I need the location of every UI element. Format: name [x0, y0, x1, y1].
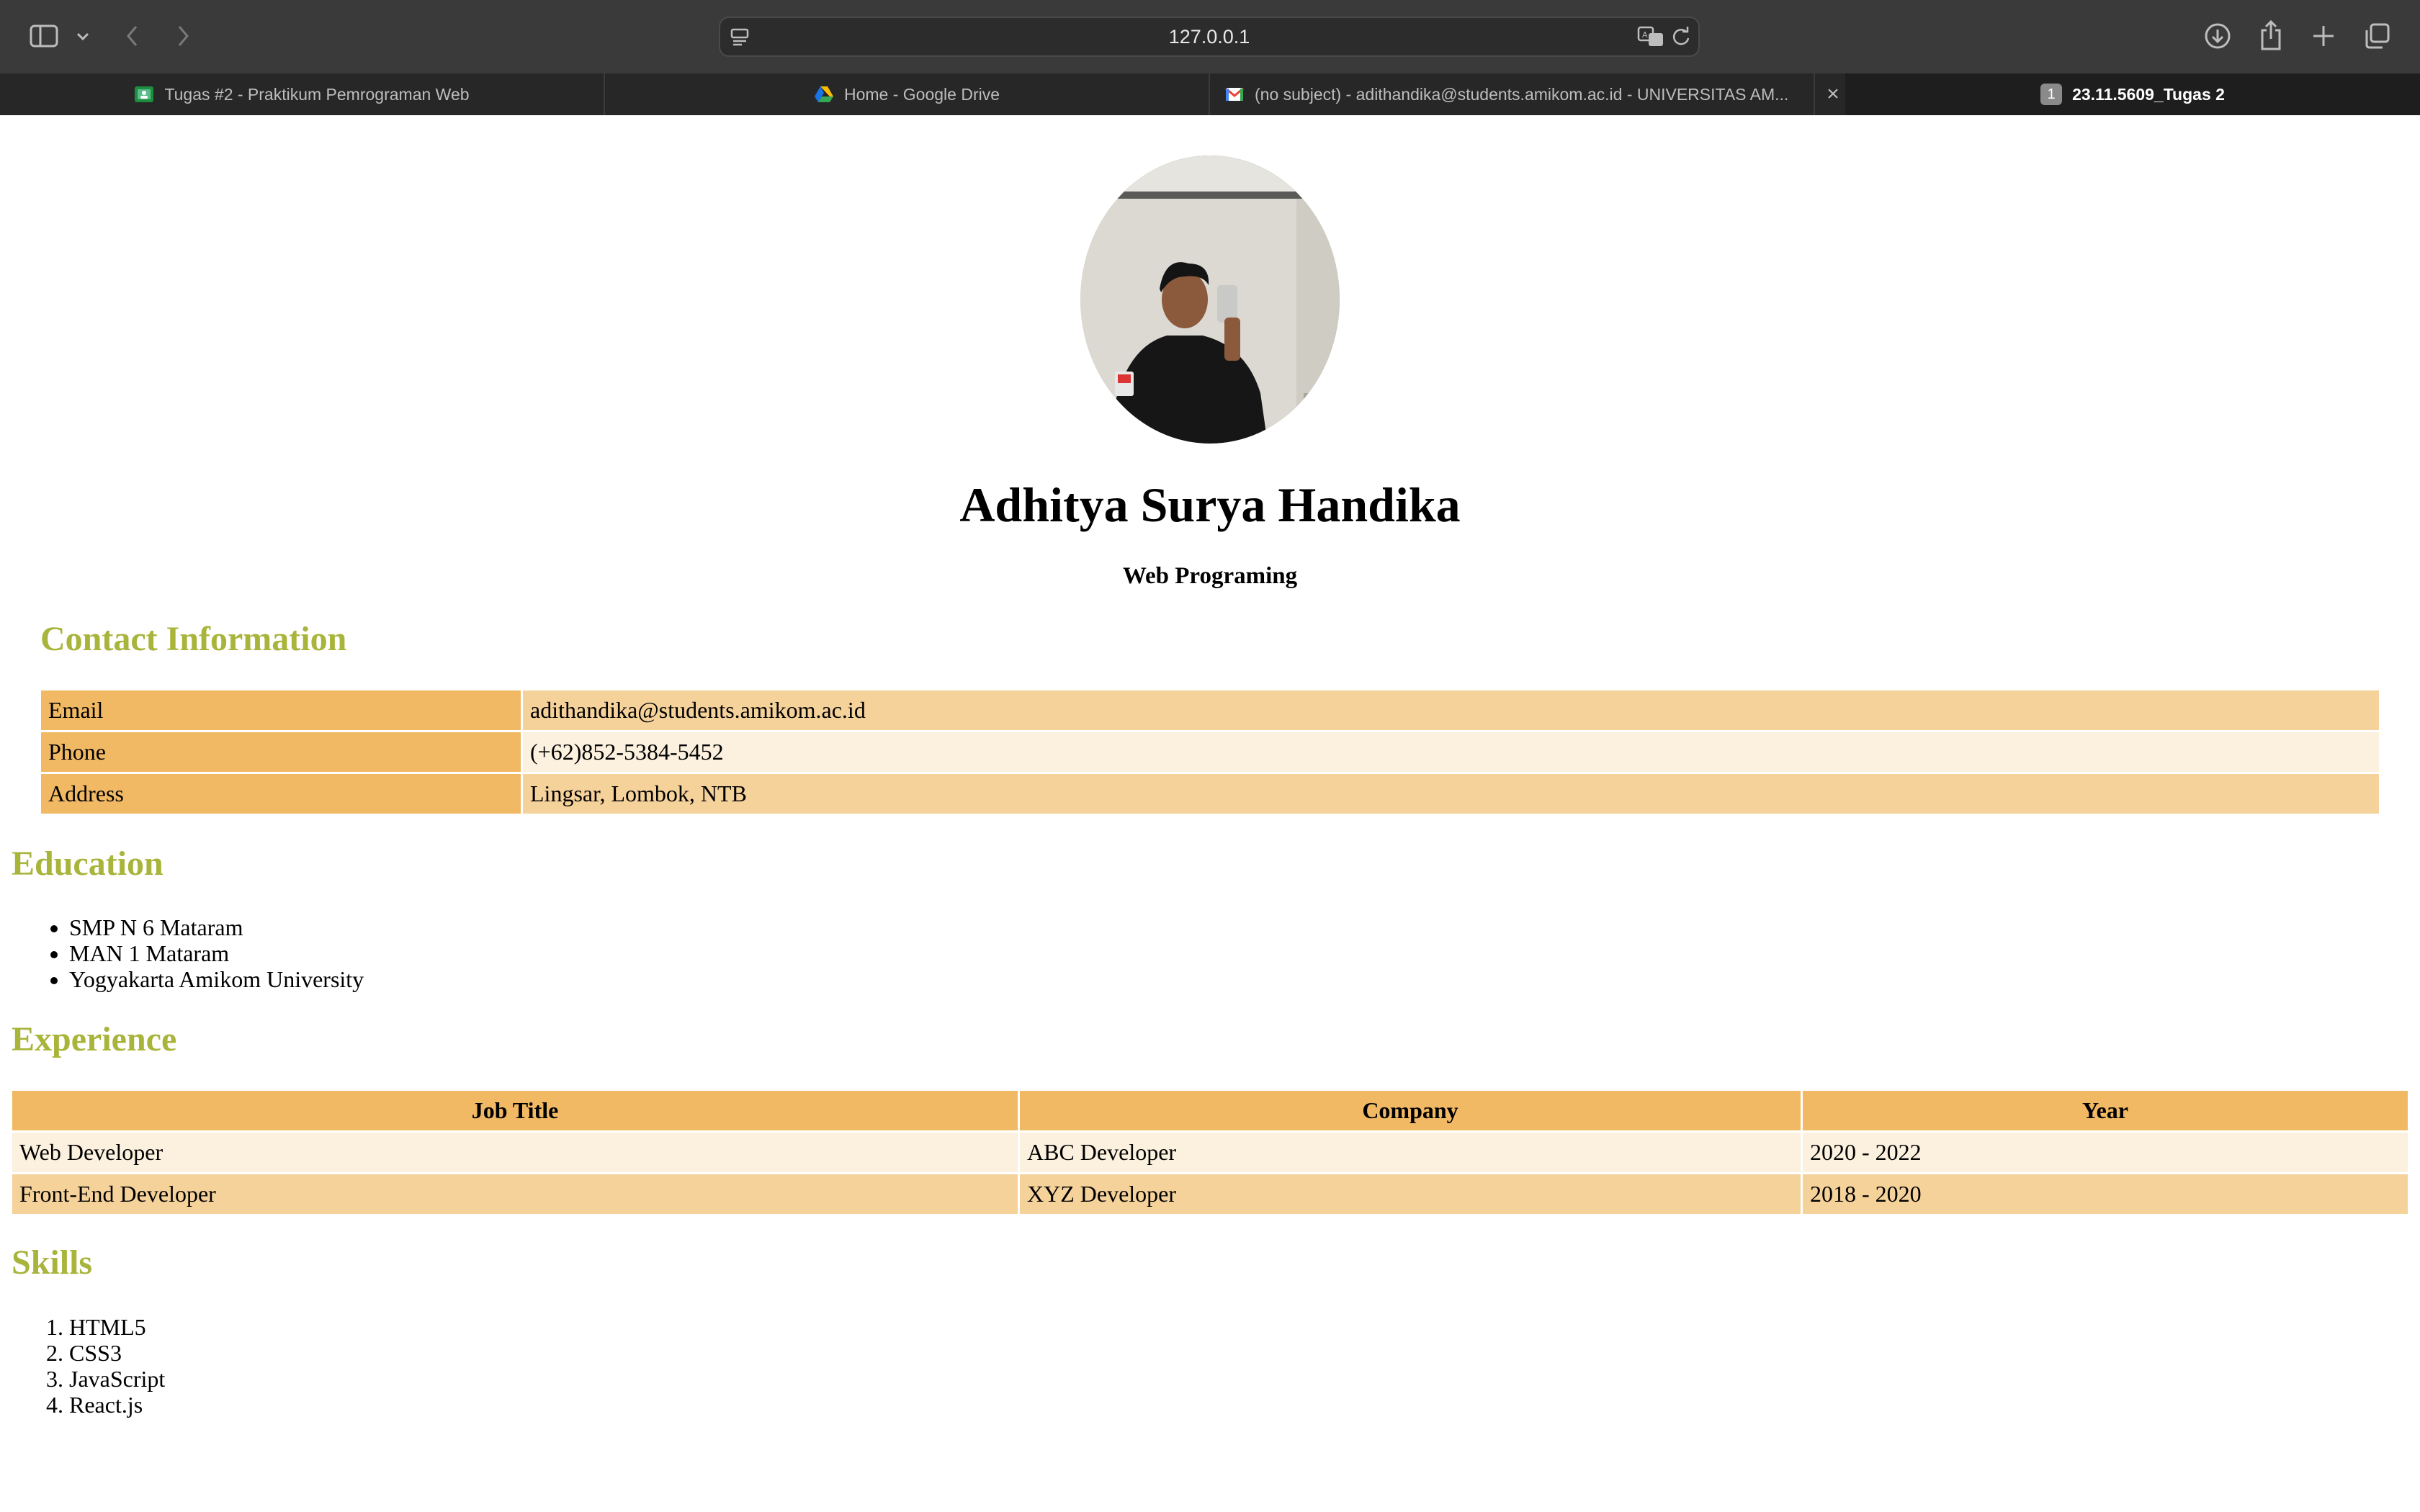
table-row: Front-End Developer XYZ Developer 2018 -… [12, 1174, 2408, 1214]
address-bar[interactable]: 127.0.0.1 A [719, 17, 1700, 57]
list-item: React.js [69, 1392, 165, 1418]
experience-table: Job Title Company Year Web Developer ABC… [10, 1089, 2410, 1216]
list-item: Yogyakarta Amikom University [69, 966, 364, 992]
table-cell: XYZ Developer [1020, 1174, 1801, 1214]
list-item: CSS3 [69, 1340, 165, 1366]
skills-list: HTML5 CSS3 JavaScript React.js [40, 1314, 165, 1418]
share-icon[interactable] [2257, 19, 2285, 52]
tab-tugas-praktikum[interactable]: Tugas #2 - Praktikum Pemrograman Web [0, 73, 605, 115]
contact-label: Email [41, 690, 521, 730]
reload-icon[interactable] [1670, 25, 1693, 48]
forward-icon[interactable] [170, 22, 196, 50]
contact-value: Lingsar, Lombok, NTB [523, 774, 2379, 814]
table-row: Phone (+62)852-5384-5452 [41, 732, 2379, 772]
page-content: Adhitya Surya Handika Web Programing Con… [0, 115, 2420, 1512]
contact-label: Address [41, 774, 521, 814]
profile-subtitle: Web Programing [1122, 563, 1298, 589]
experience-heading: Experience [12, 1020, 177, 1058]
tab-gmail[interactable]: (no subject) - adithandika@students.amik… [1210, 73, 1815, 115]
table-cell: 2018 - 2020 [1803, 1174, 2408, 1214]
avatar [1080, 156, 1340, 444]
education-heading: Education [12, 845, 163, 883]
skills-heading: Skills [12, 1243, 93, 1282]
download-icon[interactable] [2202, 20, 2233, 52]
translate-icon[interactable]: A [1636, 25, 1667, 48]
sidebar-icon[interactable] [27, 22, 60, 50]
table-row: Email adithandika@students.amikom.ac.id [41, 690, 2379, 730]
contact-value: (+62)852-5384-5452 [523, 732, 2379, 772]
table-cell: 2020 - 2022 [1803, 1133, 2408, 1172]
tab-label: 23.11.5609_Tugas 2 [2072, 84, 2225, 104]
list-item: MAN 1 Mataram [69, 940, 364, 966]
column-header: Year [1803, 1091, 2408, 1130]
table-cell: Front-End Developer [12, 1174, 1018, 1214]
tab-label: Home - Google Drive [843, 84, 1000, 104]
tab-badge: 1 [2040, 84, 2063, 105]
tab-label: Tugas #2 - Praktikum Pemrograman Web [164, 84, 470, 104]
list-item: SMP N 6 Mataram [69, 914, 364, 940]
tab-google-drive[interactable]: Home - Google Drive [605, 73, 1210, 115]
table-cell: ABC Developer [1020, 1133, 1801, 1172]
profile-name: Adhitya Surya Handika [959, 477, 1461, 532]
column-header: Job Title [12, 1091, 1018, 1130]
back-icon[interactable] [120, 22, 145, 50]
tab-overview-icon[interactable] [2362, 22, 2391, 50]
table-cell: Web Developer [12, 1133, 1018, 1172]
contact-value: adithandika@students.amikom.ac.id [523, 690, 2379, 730]
list-item: JavaScript [69, 1366, 165, 1392]
chevron-down-icon[interactable] [72, 24, 94, 49]
close-icon[interactable]: × [1822, 73, 1844, 115]
contact-table: Email adithandika@students.amikom.ac.id … [39, 688, 2381, 816]
tab-label: (no subject) - adithandika@students.amik… [1255, 84, 1789, 104]
google-classroom-icon [135, 86, 154, 102]
table-row: Web Developer ABC Developer 2020 - 2022 [12, 1133, 2408, 1172]
table-row: Address Lingsar, Lombok, NTB [41, 774, 2379, 814]
tab-bar: Tugas #2 - Praktikum Pemrograman Web Hom… [0, 73, 2420, 115]
gmail-icon [1225, 87, 1244, 101]
google-drive-icon [814, 86, 833, 102]
browser-toolbar: 127.0.0.1 A [0, 0, 2420, 73]
contact-label: Phone [41, 732, 521, 772]
url-text[interactable]: 127.0.0.1 [720, 18, 1698, 55]
list-item: HTML5 [69, 1314, 165, 1340]
education-list: SMP N 6 Mataram MAN 1 Mataram Yogyakarta… [40, 914, 364, 992]
contact-heading: Contact Information [40, 620, 347, 658]
table-header-row: Job Title Company Year [12, 1091, 2408, 1130]
column-header: Company [1020, 1091, 1801, 1130]
svg-text:A: A [1642, 30, 1648, 40]
new-tab-icon[interactable] [2309, 22, 2338, 50]
tab-resume[interactable]: 1 23.11.5609_Tugas 2 [1845, 73, 2420, 115]
